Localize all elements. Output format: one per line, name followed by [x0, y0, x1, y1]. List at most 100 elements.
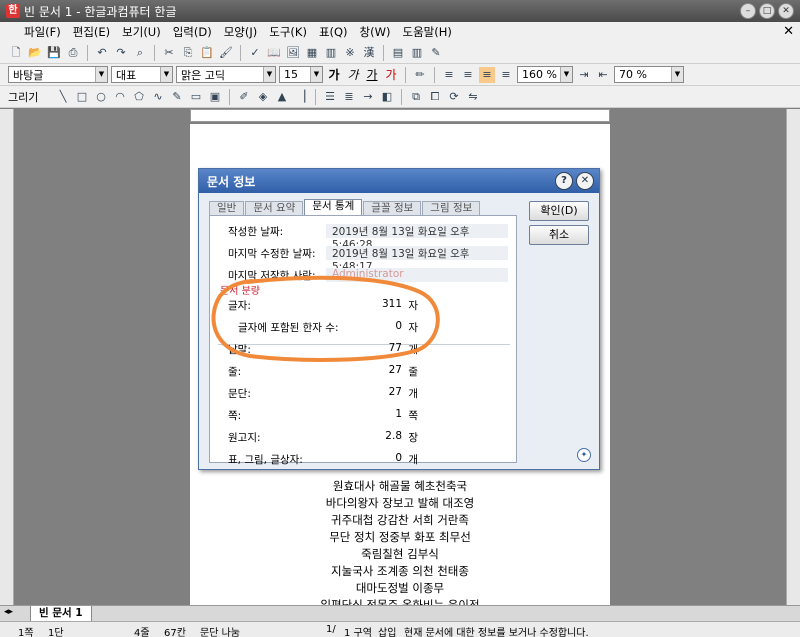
fill-color-icon[interactable]: ◈	[255, 89, 271, 105]
font-color-button[interactable]: 가	[383, 66, 399, 83]
indent-icon[interactable]: ⇥	[576, 67, 592, 83]
arrow-style-icon[interactable]: →	[360, 89, 376, 105]
symbol-icon[interactable]: ※	[342, 45, 358, 61]
line-icon[interactable]: ╲	[55, 89, 71, 105]
hanja-icon[interactable]: 漢	[361, 45, 377, 61]
menu-view[interactable]: 보기(U)	[116, 24, 167, 40]
align-left-icon[interactable]: ≡	[460, 67, 476, 83]
document-line[interactable]: 죽림칠현 김부식	[190, 546, 610, 562]
menu-table[interactable]: 표(Q)	[313, 24, 354, 40]
document-close-icon[interactable]: ✕	[783, 24, 794, 39]
flip-icon[interactable]: ⇋	[465, 89, 481, 105]
italic-button[interactable]: 가	[345, 66, 361, 83]
line-style-icon[interactable]: ☰	[322, 89, 338, 105]
rotate-icon[interactable]: ⟳	[446, 89, 462, 105]
zoom-select[interactable]: 70 % ▼	[614, 66, 684, 83]
minimize-button[interactable]: –	[740, 3, 756, 19]
line-color-icon[interactable]: ✐	[236, 89, 252, 105]
align-objects-icon[interactable]: ▕	[293, 89, 309, 105]
ok-button[interactable]: 확인(D)	[529, 201, 589, 221]
document-line[interactable]: 대마도정벌 이종무	[190, 580, 610, 596]
chevron-down-icon[interactable]: ▼	[310, 67, 322, 82]
curve-icon[interactable]: ∿	[150, 89, 166, 105]
menu-tools[interactable]: 도구(K)	[263, 24, 313, 40]
chart-icon[interactable]: ▥	[323, 45, 339, 61]
document-line[interactable]: 무단 정치 정중부 화포 최무선	[190, 529, 610, 545]
status-mode[interactable]: 삽입	[378, 624, 396, 637]
draw-label[interactable]: 그리기	[8, 89, 52, 105]
ungroup-icon[interactable]: ⧠	[427, 89, 443, 105]
group-icon[interactable]: ⧉	[408, 89, 424, 105]
shadow-icon[interactable]: ◧	[379, 89, 395, 105]
maximize-button[interactable]: □	[759, 3, 775, 19]
format-painter-icon[interactable]: 🖌	[218, 45, 234, 61]
bring-front-icon[interactable]: ▲	[274, 89, 290, 105]
new-document-icon[interactable]: 🗋	[8, 45, 24, 61]
paste-icon[interactable]: 📋	[199, 45, 215, 61]
style-icon[interactable]: ✎	[428, 45, 444, 61]
save-icon[interactable]: 💾	[46, 45, 62, 61]
textbox-icon[interactable]: ▭	[188, 89, 204, 105]
image-icon[interactable]: 🖼	[285, 45, 301, 61]
horizontal-ruler[interactable]	[190, 109, 610, 122]
menu-format[interactable]: 모양(J)	[218, 24, 264, 40]
menu-file[interactable]: 파일(F)	[18, 24, 67, 40]
cut-icon[interactable]: ✂	[161, 45, 177, 61]
font-size-select[interactable]: 15 ▼	[279, 66, 323, 83]
style-select[interactable]: 바탕글 ▼	[8, 66, 108, 83]
chevron-down-icon[interactable]: ▼	[560, 67, 572, 82]
help-icon[interactable]: ?	[555, 172, 573, 190]
tab-font-info[interactable]: 글꼴 정보	[363, 201, 422, 215]
line-weight-icon[interactable]: ≣	[341, 89, 357, 105]
cancel-button[interactable]: 취소	[529, 225, 589, 245]
image-insert-icon[interactable]: ▣	[207, 89, 223, 105]
redo-icon[interactable]: ↷	[113, 45, 129, 61]
help-corner-icon[interactable]: ✦	[577, 448, 591, 462]
line-spacing-select[interactable]: 160 % ▼	[517, 66, 573, 83]
align-justify-icon[interactable]: ≡	[441, 67, 457, 83]
tab-statistics[interactable]: 문서 통계	[304, 199, 363, 215]
vertical-ruler[interactable]	[0, 109, 14, 605]
chevron-down-icon[interactable]: ▼	[95, 67, 107, 82]
menu-window[interactable]: 창(W)	[354, 24, 397, 40]
rectangle-icon[interactable]: □	[74, 89, 90, 105]
tab-summary[interactable]: 문서 요약	[245, 201, 304, 215]
document-line[interactable]: 원효대사 해골물 혜초천축국	[190, 478, 610, 494]
document-line[interactable]: 지눌국사 조계종 의천 천태종	[190, 563, 610, 579]
align-center-icon[interactable]: ≡	[479, 66, 495, 83]
open-folder-icon[interactable]: 📂	[27, 45, 43, 61]
underline-button[interactable]: 가	[364, 66, 380, 83]
multi-column-icon[interactable]: ▥	[409, 45, 425, 61]
find-icon[interactable]: ⌕	[132, 45, 148, 61]
align-right-icon[interactable]: ≡	[498, 67, 514, 83]
menu-edit[interactable]: 편집(E)	[67, 24, 116, 40]
document-line[interactable]: 일편단심 정몽주 옹화비는 음이전	[190, 597, 610, 605]
page-layout-icon[interactable]: ▤	[390, 45, 406, 61]
vertical-scrollbar[interactable]	[786, 109, 800, 605]
language-select[interactable]: 대표 ▼	[111, 66, 173, 83]
arc-icon[interactable]: ◠	[112, 89, 128, 105]
chevron-down-icon[interactable]: ▼	[671, 67, 683, 82]
document-line[interactable]: 바다의왕자 장보고 발해 대조영	[190, 495, 610, 511]
spellcheck-icon[interactable]: ✓	[247, 45, 263, 61]
close-button[interactable]: ✕	[778, 3, 794, 19]
undo-icon[interactable]: ↶	[94, 45, 110, 61]
dictionary-icon[interactable]: 📖	[266, 45, 282, 61]
font-select[interactable]: 맑은 고딕 ▼	[176, 66, 276, 83]
document-line[interactable]: 귀주대첩 강감찬 서희 거란족	[190, 512, 610, 528]
highlight-icon[interactable]: ✏	[412, 67, 428, 83]
chevron-down-icon[interactable]: ▼	[160, 67, 172, 82]
tab-nav-arrows-icon[interactable]: ◂▸	[4, 607, 13, 617]
saved-by-value[interactable]: Administrator	[326, 268, 508, 282]
polygon-icon[interactable]: ⬠	[131, 89, 147, 105]
dialog-close-icon[interactable]: ✕	[576, 172, 594, 190]
ellipse-icon[interactable]: ○	[93, 89, 109, 105]
menu-help[interactable]: 도움말(H)	[396, 24, 457, 40]
tab-general[interactable]: 일반	[209, 201, 245, 215]
print-icon[interactable]: ⎙	[65, 45, 81, 61]
chevron-down-icon[interactable]: ▼	[263, 67, 275, 82]
copy-icon[interactable]: ⎘	[180, 45, 196, 61]
pen-icon[interactable]: ✎	[169, 89, 185, 105]
menu-insert[interactable]: 입력(D)	[167, 24, 218, 40]
document-tab[interactable]: 빈 문서 1	[30, 606, 92, 622]
